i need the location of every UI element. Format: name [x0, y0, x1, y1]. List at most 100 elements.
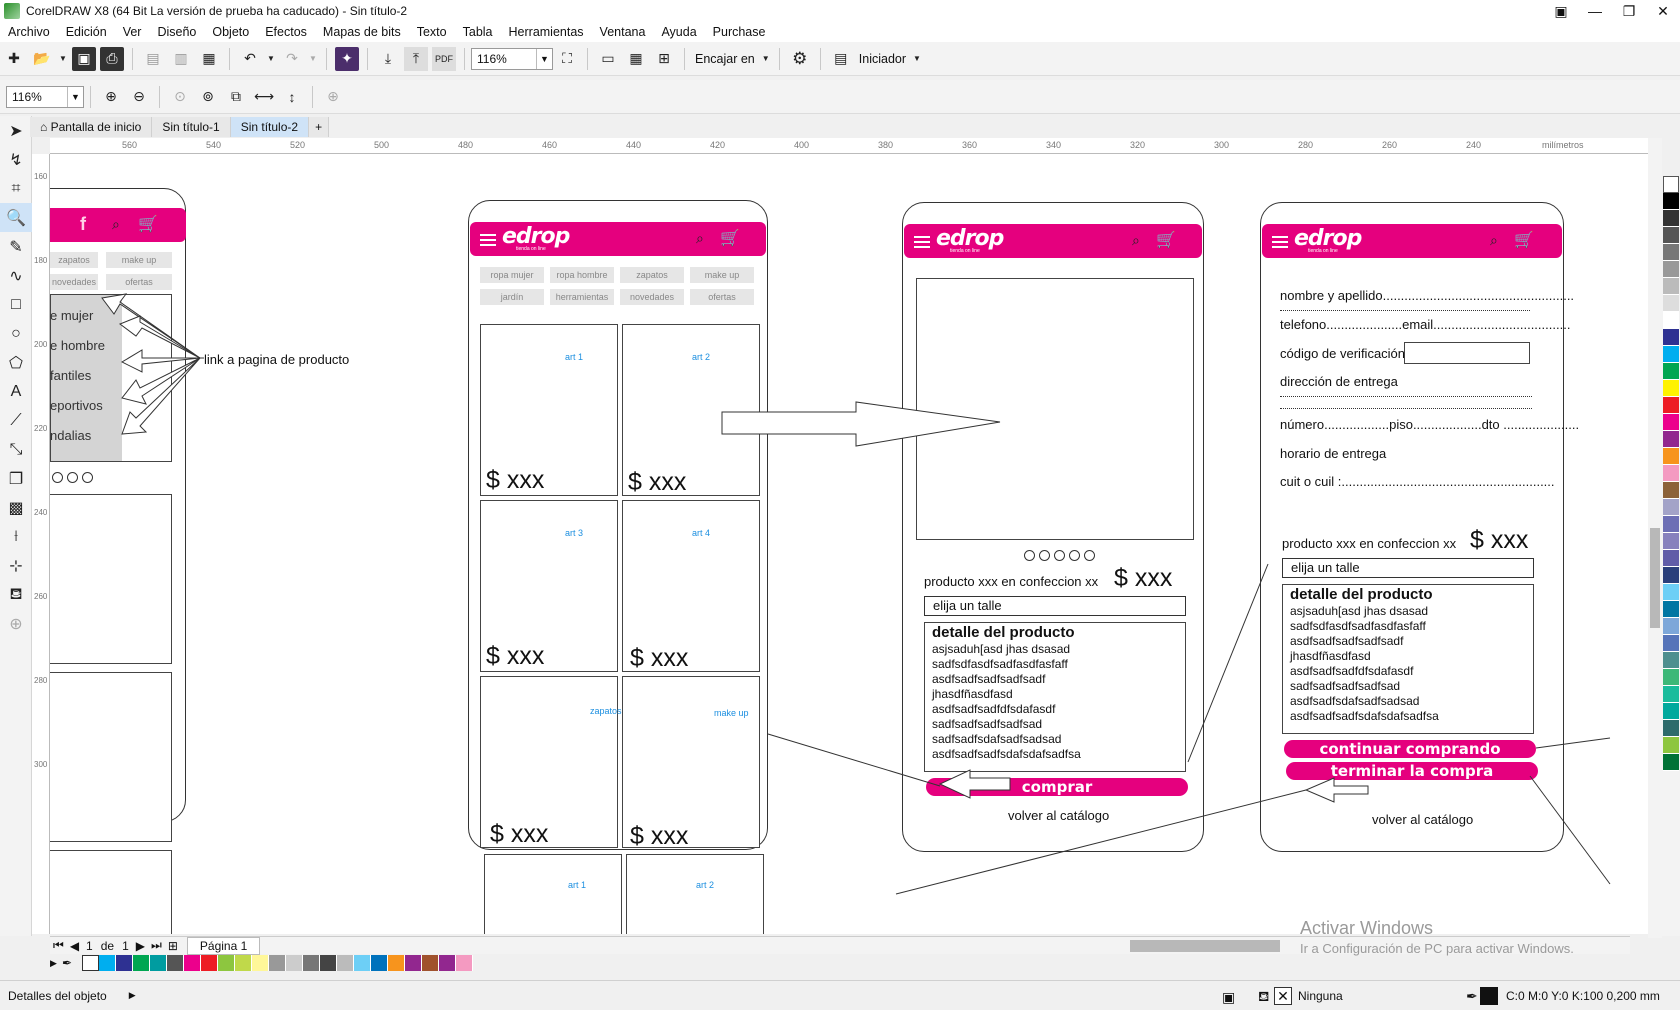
- swatch[interactable]: [1663, 754, 1679, 771]
- chevron-down-icon[interactable]: ▼: [536, 48, 552, 69]
- vertical-scrollbar[interactable]: [1648, 138, 1662, 938]
- menu-efectos[interactable]: Efectos: [265, 25, 307, 39]
- connector-tool-icon[interactable]: ⤡: [0, 435, 32, 464]
- polygon-tool-icon[interactable]: ⬠: [0, 348, 32, 377]
- swatch[interactable]: [388, 955, 405, 971]
- swatch[interactable]: [1663, 618, 1679, 635]
- export-icon[interactable]: ⤒: [404, 46, 428, 71]
- swatch[interactable]: [235, 955, 252, 971]
- redo-dropdown-icon[interactable]: ▼: [308, 47, 318, 71]
- swatch[interactable]: [1663, 295, 1679, 312]
- swatch[interactable]: [1663, 703, 1679, 720]
- page-tab[interactable]: Página 1: [186, 936, 261, 955]
- swatch[interactable]: [1663, 550, 1679, 567]
- vertical-scroll-thumb[interactable]: [1650, 528, 1660, 628]
- tab-sin-titulo-2[interactable]: Sin título-2: [230, 117, 310, 137]
- minimize-button[interactable]: —: [1578, 0, 1612, 22]
- swatch[interactable]: [1663, 448, 1679, 465]
- cut-icon[interactable]: ▤: [141, 47, 165, 71]
- menu-ayuda[interactable]: Ayuda: [661, 25, 696, 39]
- swatch[interactable]: [1663, 363, 1679, 380]
- last-page-icon[interactable]: ⏭: [151, 938, 162, 953]
- show-grid-icon[interactable]: ▦: [624, 47, 648, 71]
- swatch[interactable]: [337, 955, 354, 971]
- menu-objeto[interactable]: Objeto: [212, 25, 249, 39]
- swatch[interactable]: [1663, 465, 1679, 482]
- undo-dropdown-icon[interactable]: ▼: [266, 47, 276, 71]
- eyedropper-icon[interactable]: ⟊: [0, 522, 32, 551]
- full-screen-icon[interactable]: ⛶: [555, 47, 579, 71]
- swatch[interactable]: [1663, 261, 1679, 278]
- pick-tool-icon[interactable]: ➤: [0, 116, 32, 145]
- swatch[interactable]: [133, 955, 150, 971]
- swatch[interactable]: [218, 955, 235, 971]
- print-icon[interactable]: ⎙: [100, 46, 124, 71]
- swatch[interactable]: [1663, 533, 1679, 550]
- zoom-out-icon[interactable]: ⊖: [127, 85, 151, 109]
- drop-shadow-icon[interactable]: ❐: [0, 464, 32, 493]
- drawing-canvas[interactable]: f ⌕ 🛒 zapatos make up novedades ofertas …: [50, 154, 1648, 934]
- open-folder-icon[interactable]: 📂: [30, 47, 54, 71]
- zoom-page-icon[interactable]: ⧉: [224, 85, 248, 109]
- zoom-level-combo[interactable]: 116% ▼: [471, 47, 553, 70]
- first-page-icon[interactable]: ⏮: [53, 938, 64, 953]
- menu-edicion[interactable]: Edición: [66, 25, 107, 39]
- freehand-tool-icon[interactable]: ✎: [0, 232, 32, 261]
- swatch-none[interactable]: [1663, 176, 1679, 193]
- swatch[interactable]: [1663, 414, 1679, 431]
- new-tab-icon[interactable]: +: [309, 117, 330, 137]
- swatch[interactable]: [286, 955, 303, 971]
- swatch[interactable]: [320, 955, 337, 971]
- zoom-page-height-icon[interactable]: ↕: [280, 85, 304, 109]
- undo-icon[interactable]: ↶: [238, 47, 262, 71]
- swatch[interactable]: [150, 955, 167, 971]
- zoom-tool-icon[interactable]: 🔍: [0, 203, 32, 232]
- zoom-level-combo-2[interactable]: 116% ▼: [6, 85, 84, 108]
- menu-tabla[interactable]: Tabla: [463, 25, 493, 39]
- menu-texto[interactable]: Texto: [417, 25, 447, 39]
- swatch[interactable]: [1663, 669, 1679, 686]
- menu-purchase[interactable]: Purchase: [713, 25, 766, 39]
- swatch[interactable]: [1663, 482, 1679, 499]
- swatch[interactable]: [269, 955, 286, 971]
- swatch[interactable]: [1663, 431, 1679, 448]
- menu-ver[interactable]: Ver: [123, 25, 142, 39]
- object-details-arrow-icon[interactable]: ▶: [129, 990, 136, 1001]
- artistic-media-icon[interactable]: ∿: [0, 261, 32, 290]
- show-guidelines-icon[interactable]: ⊞: [652, 47, 676, 71]
- vertical-ruler[interactable]: 160 180 200 220 240 260 280 300: [32, 154, 50, 934]
- swatch[interactable]: [201, 955, 218, 971]
- parallel-dimension-icon[interactable]: ⟋: [0, 406, 32, 435]
- color-proof-icon[interactable]: ▣: [1222, 989, 1235, 1006]
- swatch[interactable]: [1663, 601, 1679, 618]
- object-details-label[interactable]: Detalles del objeto: [8, 989, 107, 1003]
- save-icon[interactable]: ▣: [72, 46, 96, 71]
- text-tool-icon[interactable]: A: [0, 377, 32, 406]
- swatch[interactable]: [1663, 346, 1679, 363]
- menu-ventana[interactable]: Ventana: [600, 25, 646, 39]
- transparency-icon[interactable]: ▩: [0, 493, 32, 522]
- ellipse-tool-icon[interactable]: ○: [0, 319, 32, 348]
- prev-page-icon[interactable]: ◀: [70, 939, 79, 953]
- import-icon[interactable]: ⤓: [376, 47, 400, 71]
- interactive-fill-icon[interactable]: ⊹: [0, 551, 32, 580]
- next-page-icon[interactable]: ▶: [136, 939, 145, 953]
- swatch[interactable]: [456, 955, 473, 971]
- swatch[interactable]: [1663, 380, 1679, 397]
- swatch[interactable]: [1663, 227, 1679, 244]
- swatch[interactable]: [1663, 686, 1679, 703]
- crop-tool-icon[interactable]: ⌗: [0, 174, 32, 203]
- zoom-in-icon[interactable]: ⊕: [99, 85, 123, 109]
- help-window-icon[interactable]: ▣: [1544, 0, 1578, 22]
- zoom-selected-icon[interactable]: ⊙: [168, 85, 192, 109]
- menu-mapas-de-bits[interactable]: Mapas de bits: [323, 25, 401, 39]
- chevron-down-icon[interactable]: ▼: [67, 86, 83, 107]
- menu-herramientas[interactable]: Herramientas: [509, 25, 584, 39]
- search-content-icon[interactable]: ✦: [335, 46, 359, 71]
- swatch[interactable]: [1663, 278, 1679, 295]
- menu-archivo[interactable]: Archivo: [8, 25, 50, 39]
- swatch[interactable]: [1663, 584, 1679, 601]
- add-tool-icon[interactable]: ⊕: [0, 609, 32, 638]
- eyedropper-icon[interactable]: ✒: [62, 956, 82, 970]
- swatch-none[interactable]: [82, 955, 99, 971]
